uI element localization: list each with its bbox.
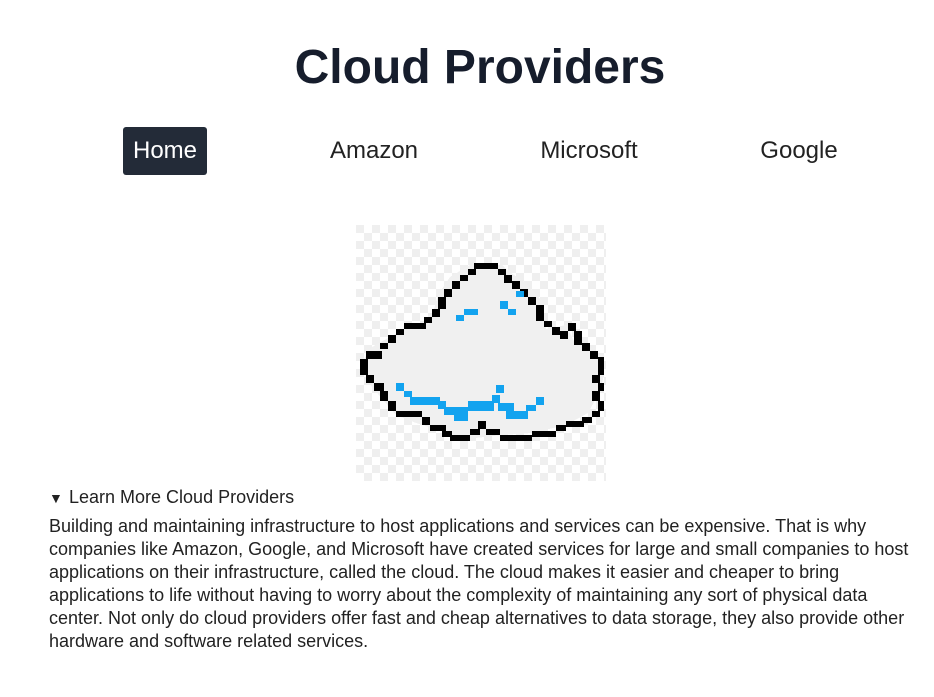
nav-amazon[interactable]: Amazon bbox=[324, 127, 424, 175]
page: Cloud Providers Home Amazon Microsoft Go… bbox=[0, 0, 934, 697]
nav-home[interactable]: Home bbox=[123, 127, 207, 175]
triangle-down-icon: ▼ bbox=[49, 490, 63, 506]
nav-google[interactable]: Google bbox=[754, 127, 844, 175]
pixel-cloud-icon bbox=[356, 225, 606, 481]
summary-label: Learn More Cloud Providers bbox=[69, 487, 295, 507]
nav-microsoft[interactable]: Microsoft bbox=[534, 127, 644, 175]
cloud-image bbox=[356, 225, 606, 481]
details-paragraph: Building and maintaining infrastructure … bbox=[49, 516, 909, 651]
learn-more-details: ▼ Learn More Cloud Providers Building and… bbox=[49, 486, 919, 653]
learn-more-summary[interactable]: ▼ Learn More Cloud Providers bbox=[49, 486, 919, 509]
main-nav: Home Amazon Microsoft Google bbox=[0, 127, 934, 175]
page-title: Cloud Providers bbox=[294, 41, 666, 94]
